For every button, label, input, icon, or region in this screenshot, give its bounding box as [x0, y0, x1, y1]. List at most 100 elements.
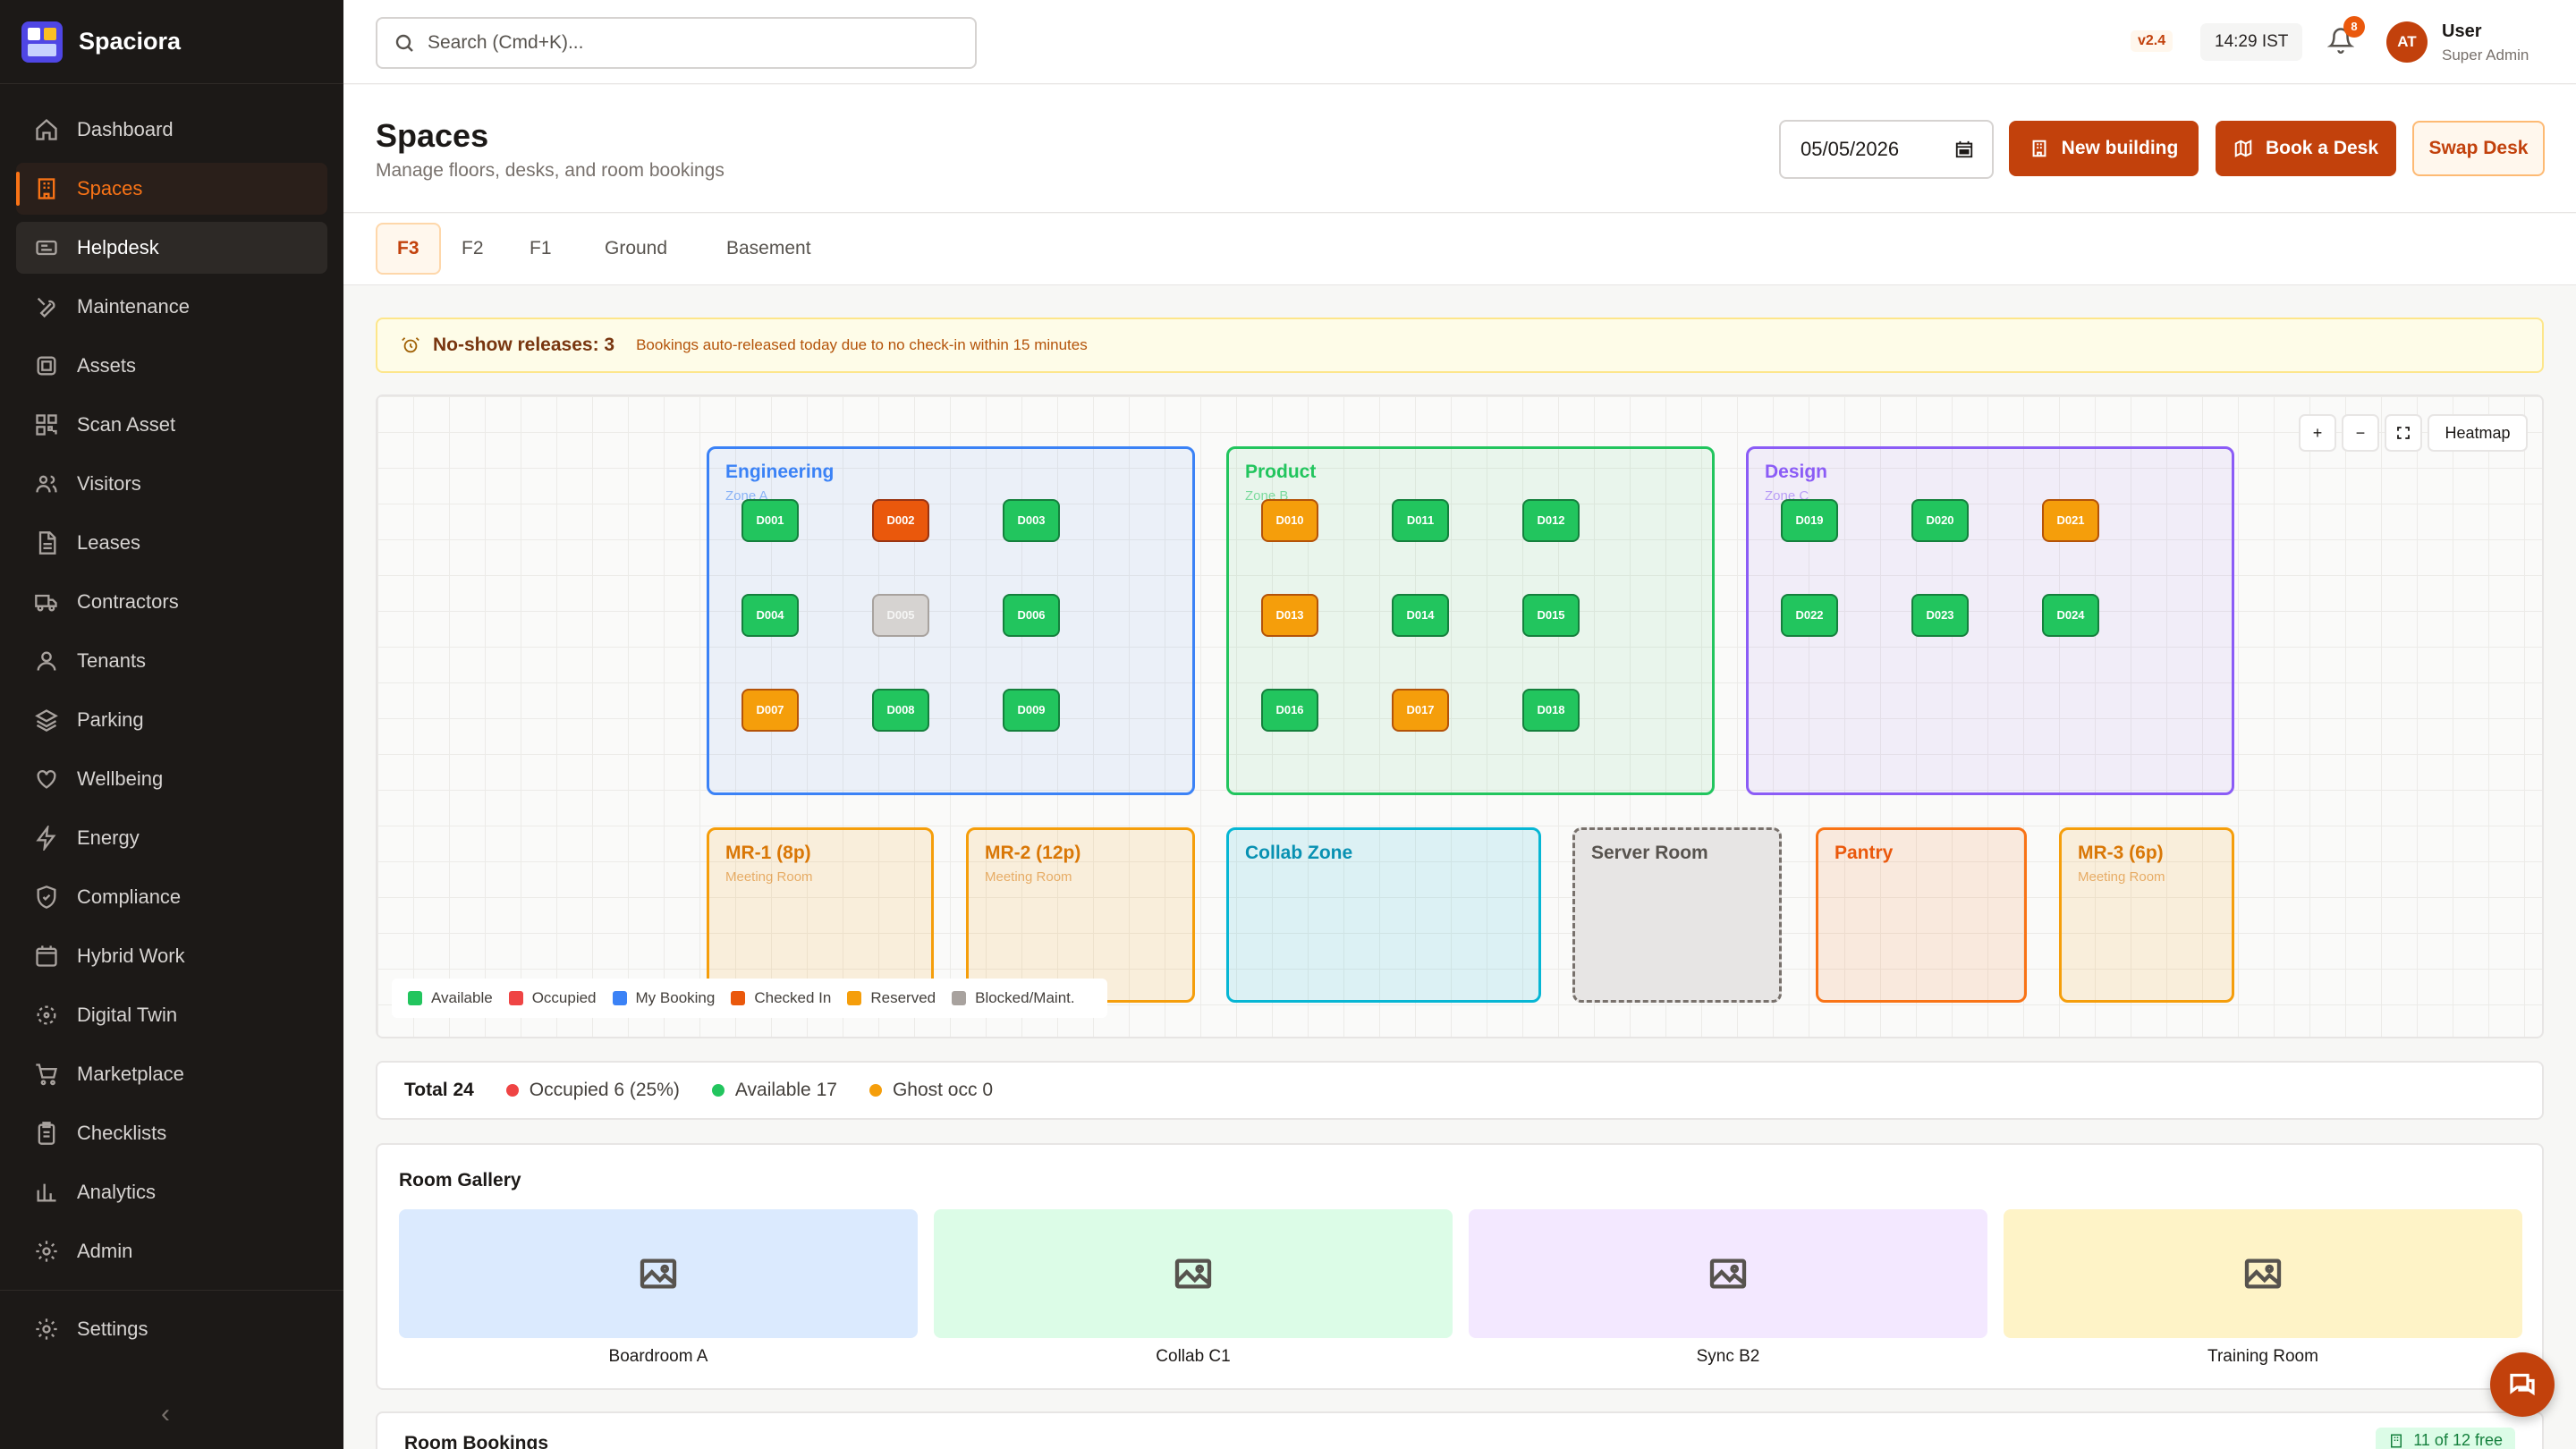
tab-f3[interactable]: F3 [376, 223, 441, 275]
sidebar-item-hybrid-work[interactable]: Hybrid Work [16, 930, 327, 982]
bolt-icon [36, 826, 56, 851]
new-building-button[interactable]: New building [2009, 121, 2199, 176]
search-box[interactable] [376, 17, 977, 69]
zoom-out-button[interactable]: − [2342, 414, 2379, 452]
gallery-card[interactable] [1469, 1209, 1987, 1338]
heatmap-toggle[interactable]: Heatmap [2428, 414, 2528, 452]
desk-d003[interactable]: D003 [1003, 499, 1060, 542]
sidebar-item-label: Contractors [77, 590, 179, 613]
user-role: Super Admin [2442, 47, 2529, 64]
desk-d001[interactable]: D001 [741, 499, 799, 542]
tab-f1[interactable]: F1 [510, 223, 572, 275]
desk-d021[interactable]: D021 [2042, 499, 2099, 542]
zone-design[interactable]: Design Zone C D019 D020 D021 D022 D023 D024 [1746, 446, 2234, 795]
swap-desk-button[interactable]: Swap Desk [2412, 121, 2545, 176]
gallery-card[interactable] [934, 1209, 1453, 1338]
sidebar-item-compliance[interactable]: Compliance [16, 871, 327, 923]
room-pantry[interactable]: Pantry [1816, 827, 2027, 1003]
sidebar-item-label: Scan Asset [77, 413, 176, 436]
sidebar-item-maintenance[interactable]: Maintenance [16, 281, 327, 333]
room-mr-2-12p[interactable]: MR-2 (12p) Meeting Room [966, 827, 1195, 1003]
page-header: Spaces Manage floors, desks, and room bo… [343, 85, 2576, 213]
legend-swatch [952, 991, 967, 1005]
chat-button[interactable] [2490, 1352, 2555, 1417]
sidebar-item-admin[interactable]: Admin [16, 1225, 327, 1277]
sidebar-item-checklists[interactable]: Checklists [16, 1107, 327, 1159]
desk-d019[interactable]: D019 [1781, 499, 1838, 542]
tab-ground[interactable]: Ground [585, 223, 687, 275]
tab-basement[interactable]: Basement [707, 223, 831, 275]
calendar-icon [36, 945, 57, 967]
zoom-in-button[interactable]: + [2299, 414, 2336, 452]
gallery-card[interactable] [2004, 1209, 2522, 1338]
desk-d015[interactable]: D015 [1522, 594, 1580, 637]
topbar: v2.4 14:29 IST 8 AT User Super Admin [343, 0, 2576, 84]
zone-product[interactable]: Product Zone B D010 D011 D012 D013 D014 D015 D01… [1226, 446, 1715, 795]
floor-tabs: F3 F2 F1 Ground Basement [343, 214, 2576, 285]
desk-d023[interactable]: D023 [1911, 594, 1969, 637]
banner-text: Bookings auto-released today due to no c… [636, 336, 1088, 353]
legend-swatch [731, 991, 746, 1005]
sidebar-item-energy[interactable]: Energy [16, 812, 327, 864]
desk-d014[interactable]: D014 [1392, 594, 1449, 637]
swap-desk-label: Swap Desk [2428, 138, 2529, 158]
desk-d004[interactable]: D004 [741, 594, 799, 637]
desk-d010[interactable]: D010 [1261, 499, 1318, 542]
desk-d005[interactable]: D005 [872, 594, 929, 637]
zone-engineering[interactable]: Engineering Zone A D001 D002 D003 D004 D005 D00… [707, 446, 1195, 795]
desk-d002[interactable]: D002 [872, 499, 929, 542]
desk-d017[interactable]: D017 [1392, 689, 1449, 732]
sidebar-item-scan-asset[interactable]: Scan Asset [16, 399, 327, 451]
sidebar-item-dashboard[interactable]: Dashboard [16, 104, 327, 156]
sidebar-item-leases[interactable]: Leases [16, 517, 327, 569]
brand[interactable]: Spaciora [0, 0, 343, 84]
calendar-icon[interactable] [1954, 140, 1974, 159]
tab-f2[interactable]: F2 [442, 223, 504, 275]
fullscreen-button[interactable] [2385, 414, 2422, 452]
desk-d012[interactable]: D012 [1522, 499, 1580, 542]
gallery-label: Training Room [2207, 1347, 2318, 1366]
sidebar-item-label: Digital Twin [77, 1004, 178, 1026]
room-server-room[interactable]: Server Room [1572, 827, 1782, 1003]
sidebar-item-settings[interactable]: Settings [16, 1303, 327, 1355]
desk-d013[interactable]: D013 [1261, 594, 1318, 637]
desk-d006[interactable]: D006 [1003, 594, 1060, 637]
user-name[interactable]: User [2442, 21, 2481, 42]
desk-d007[interactable]: D007 [741, 689, 799, 732]
desk-d018[interactable]: D018 [1522, 689, 1580, 732]
desk-d024[interactable]: D024 [2042, 594, 2099, 637]
collapse-sidebar-icon[interactable]: ‹ [161, 1399, 170, 1429]
app-logo [21, 21, 63, 63]
sidebar-item-visitors[interactable]: Visitors [16, 458, 327, 510]
avatar[interactable]: AT [2386, 21, 2428, 63]
sidebar-item-contractors[interactable]: Contractors [16, 576, 327, 628]
desk-d011[interactable]: D011 [1392, 499, 1449, 542]
room-mr-3-6p[interactable]: MR-3 (6p) Meeting Room [2059, 827, 2234, 1003]
sidebar-item-tenants[interactable]: Tenants [16, 635, 327, 687]
room-mr-1-8p[interactable]: MR-1 (8p) Meeting Room [707, 827, 934, 1003]
sidebar-item-parking[interactable]: Parking [16, 694, 327, 746]
new-building-label: New building [2061, 138, 2179, 158]
room-subtitle: Meeting Room [985, 869, 1072, 885]
desk-d016[interactable]: D016 [1261, 689, 1318, 732]
room-collab-zone[interactable]: Collab Zone [1226, 827, 1541, 1003]
sidebar-item-label: Dashboard [77, 118, 174, 140]
floor-map[interactable]: + − Heatmap MR-1 (8p) Meeting Room MR-2 (1… [376, 394, 2544, 1038]
sidebar-item-assets[interactable]: Assets [16, 340, 327, 392]
sidebar-item-helpdesk[interactable]: Helpdesk [16, 222, 327, 274]
desk-d020[interactable]: D020 [1911, 499, 1969, 542]
date-picker[interactable]: 05/05/2026 [1779, 120, 1994, 179]
book-desk-button[interactable]: Book a Desk [2216, 121, 2396, 176]
sidebar-item-wellbeing[interactable]: Wellbeing [16, 753, 327, 805]
room-title: Collab Zone [1245, 843, 1353, 863]
sidebar-item-marketplace[interactable]: Marketplace [16, 1048, 327, 1100]
sidebar-item-digital-twin[interactable]: Digital Twin [16, 989, 327, 1041]
desk-d008[interactable]: D008 [872, 689, 929, 732]
desk-d009[interactable]: D009 [1003, 689, 1060, 732]
sidebar-item-spaces[interactable]: Spaces [16, 163, 327, 215]
search-input[interactable] [428, 32, 928, 54]
gallery-card[interactable] [399, 1209, 918, 1338]
sidebar-item-analytics[interactable]: Analytics [16, 1166, 327, 1218]
desk-d022[interactable]: D022 [1781, 594, 1838, 637]
sidebar-item-label: Leases [77, 531, 140, 554]
